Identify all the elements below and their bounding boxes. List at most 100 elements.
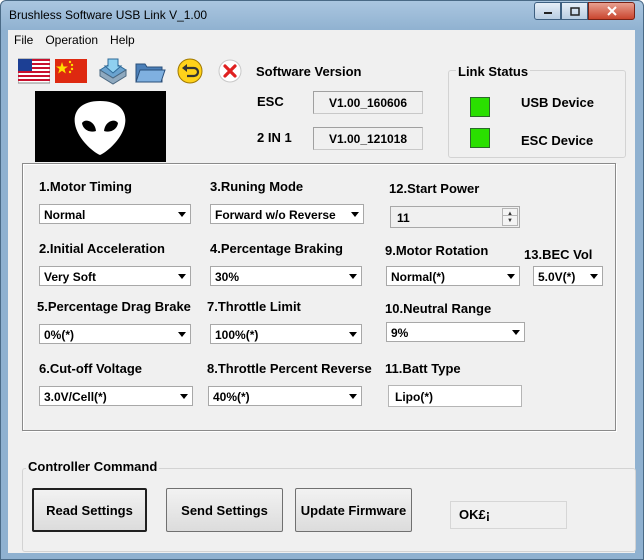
pct-braking-label: 4.Percentage Braking [210, 241, 343, 256]
save-button[interactable] [96, 55, 130, 87]
flag-cn-icon [55, 59, 87, 83]
initial-accel-value: Very Soft [44, 270, 97, 284]
motor-timing-select[interactable]: Normal [39, 204, 191, 224]
close-window-button[interactable] [588, 2, 635, 20]
usb-device-label: USB Device [521, 95, 594, 110]
clear-button[interactable] [213, 55, 247, 87]
menu-operation[interactable]: Operation [39, 30, 104, 50]
update-firmware-button[interactable]: Update Firmware [295, 488, 412, 532]
undo-icon [177, 58, 203, 84]
run-mode-select[interactable]: Forward w/o Reverse [210, 204, 364, 224]
esc-version-value: V1.00_160606 [328, 95, 408, 110]
bec-vol-label: 13.BEC Vol [524, 247, 593, 262]
throttle-reverse-select[interactable]: 40%(*) [208, 386, 362, 406]
minimize-button[interactable] [534, 2, 561, 20]
twoinone-version-field: V1.00_121018 [313, 127, 423, 150]
chevron-down-icon [178, 332, 186, 337]
software-version-title: Software Version [256, 64, 362, 79]
cutoff-label: 6.Cut-off Voltage [39, 361, 143, 376]
chevron-down-icon [180, 394, 188, 399]
undo-button[interactable] [173, 55, 207, 87]
run-mode-label: 3.Runing Mode [210, 179, 304, 194]
motor-rotation-select[interactable]: Normal(*) [386, 266, 520, 286]
read-settings-button[interactable]: Read Settings [32, 488, 147, 532]
maximize-icon [569, 6, 580, 16]
alien-head-icon [74, 101, 126, 155]
controller-command-title: Controller Command [26, 459, 160, 474]
minimize-icon [543, 12, 552, 14]
throttle-reverse-label: 8.Throttle Percent Reverse [207, 361, 372, 376]
motor-timing-value: Normal [44, 208, 86, 222]
close-x-icon [606, 6, 617, 16]
alien-logo [35, 91, 166, 162]
batt-type-label: 11.Batt Type [385, 361, 461, 376]
status-text: OK£¡ [459, 507, 491, 522]
spin-down-icon[interactable]: ▼ [502, 215, 518, 226]
bec-vol-select[interactable]: 5.0V(*) [533, 266, 603, 286]
cutoff-value: 3.0V/Cell(*) [44, 390, 107, 404]
update-firmware-label: Update Firmware [300, 502, 407, 518]
pct-drag-select[interactable]: 0%(*) [39, 324, 191, 344]
twoinone-version-value: V1.00_121018 [328, 131, 408, 146]
read-settings-label: Read Settings [46, 502, 133, 518]
pct-drag-value: 0%(*) [44, 328, 75, 342]
send-settings-label: Send Settings [181, 502, 268, 518]
neutral-range-label: 10.Neutral Range [385, 301, 492, 316]
save-icon [99, 58, 127, 85]
app-window: Brushless Software USB Link V_1.00 File … [0, 0, 644, 560]
batt-type-field[interactable]: Lipo(*) [388, 385, 522, 407]
esc-version-label: ESC [257, 94, 284, 109]
chevron-down-icon [590, 274, 598, 279]
motor-rotation-label: 9.Motor Rotation [385, 243, 489, 258]
send-settings-button[interactable]: Send Settings [166, 488, 283, 532]
window-title: Brushless Software USB Link V_1.00 [9, 8, 208, 22]
throttle-limit-value: 100%(*) [215, 328, 259, 342]
menu-help[interactable]: Help [104, 30, 141, 50]
chevron-down-icon [349, 394, 357, 399]
pct-drag-label: 5.Percentage Drag Brake [37, 299, 191, 314]
esc-device-label: ESC Device [521, 133, 594, 148]
pct-braking-value: 30% [215, 270, 240, 284]
cutoff-select[interactable]: 3.0V/Cell(*) [39, 386, 193, 406]
english-language-button[interactable] [17, 55, 51, 87]
neutral-range-value: 9% [391, 326, 409, 340]
chevron-down-icon [351, 212, 359, 217]
chevron-down-icon [512, 330, 520, 335]
batt-type-value: Lipo(*) [395, 390, 433, 404]
start-power-spinner[interactable]: 11 ▲ ▼ [390, 206, 520, 228]
link-status-title: Link Status [456, 64, 531, 79]
start-power-label: 12.Start Power [389, 181, 480, 196]
motor-timing-label: 1.Motor Timing [39, 179, 132, 194]
neutral-range-select[interactable]: 9% [386, 322, 525, 342]
close-icon [218, 59, 242, 83]
start-power-value: 11 [397, 211, 410, 225]
open-button[interactable] [133, 55, 167, 87]
motor-rotation-value: Normal(*) [391, 270, 446, 284]
maximize-button[interactable] [561, 2, 588, 20]
initial-accel-select[interactable]: Very Soft [39, 266, 191, 286]
status-field: OK£¡ [450, 501, 567, 529]
open-folder-icon [135, 63, 166, 83]
chevron-down-icon [507, 274, 515, 279]
flag-us-icon [18, 58, 50, 84]
chevron-down-icon [349, 274, 357, 279]
title-bar[interactable]: Brushless Software USB Link V_1.00 [1, 1, 643, 30]
menu-bar: File Operation Help [8, 30, 635, 50]
bec-vol-value: 5.0V(*) [538, 270, 576, 284]
initial-accel-label: 2.Initial Acceleration [39, 241, 165, 256]
throttle-reverse-value: 40%(*) [213, 390, 250, 404]
throttle-limit-label: 7.Throttle Limit [207, 299, 301, 314]
chevron-down-icon [178, 274, 186, 279]
menu-file[interactable]: File [8, 30, 39, 50]
usb-device-led [470, 97, 490, 117]
run-mode-value: Forward w/o Reverse [215, 208, 336, 222]
client-area: File Operation Help Software Version ESC… [8, 30, 636, 553]
chinese-language-button[interactable] [54, 55, 88, 87]
esc-version-field: V1.00_160606 [313, 91, 423, 114]
throttle-limit-select[interactable]: 100%(*) [210, 324, 362, 344]
chevron-down-icon [178, 212, 186, 217]
chevron-down-icon [349, 332, 357, 337]
esc-device-led [470, 128, 490, 148]
twoinone-version-label: 2 IN 1 [257, 130, 292, 145]
pct-braking-select[interactable]: 30% [210, 266, 362, 286]
